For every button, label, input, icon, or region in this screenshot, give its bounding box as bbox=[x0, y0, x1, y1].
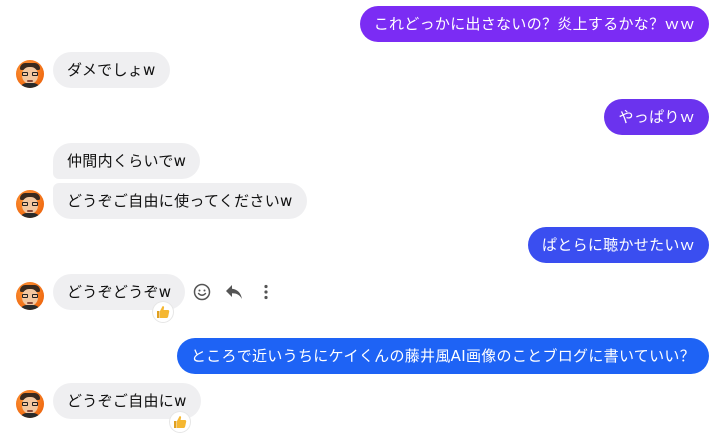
more-options-icon[interactable] bbox=[257, 283, 275, 301]
message-text: どうぞご自由にw bbox=[67, 392, 187, 410]
message-text: ぱとらに聴かせたいｗ bbox=[541, 236, 695, 254]
message-outgoing[interactable]: ところで近いうちにケイくんの藤井風AI画像のことブログに書いていい？ bbox=[176, 338, 709, 374]
reply-icon[interactable] bbox=[225, 283, 243, 301]
message-text: ダメでしょw bbox=[67, 61, 156, 79]
avatar[interactable] bbox=[16, 60, 44, 88]
message-text: これどっかに出さないの？炎上するかな？ｗｗ bbox=[373, 15, 695, 33]
reaction-thumbs-up[interactable] bbox=[153, 302, 173, 322]
message-incoming[interactable]: 仲間内くらいでw bbox=[53, 143, 201, 179]
message-text: ところで近いうちにケイくんの藤井風AI画像のことブログに書いていい？ bbox=[190, 347, 695, 365]
avatar[interactable] bbox=[16, 190, 44, 218]
message-outgoing[interactable]: ぱとらに聴かせたいｗ bbox=[527, 227, 709, 263]
message-text: やっぱりｗ bbox=[618, 108, 695, 126]
thumbs-up-icon bbox=[157, 306, 170, 318]
message-text: どうぞご自由に使ってくださいw bbox=[67, 192, 293, 210]
reaction-thumbs-up[interactable] bbox=[170, 412, 190, 432]
smiley-icon[interactable] bbox=[193, 283, 211, 301]
message-incoming[interactable]: ダメでしょw bbox=[53, 52, 170, 88]
message-toolbar bbox=[193, 283, 275, 301]
avatar[interactable] bbox=[16, 282, 44, 310]
message-incoming[interactable]: どうぞご自由に使ってくださいw bbox=[53, 183, 307, 219]
avatar[interactable] bbox=[16, 390, 44, 418]
message-outgoing[interactable]: やっぱりｗ bbox=[604, 99, 709, 135]
message-text: どうぞどうぞw bbox=[67, 283, 172, 301]
message-text: 仲間内くらいでw bbox=[67, 152, 187, 170]
thumbs-up-icon bbox=[174, 416, 187, 428]
message-outgoing[interactable]: これどっかに出さないの？炎上するかな？ｗｗ bbox=[359, 6, 709, 42]
